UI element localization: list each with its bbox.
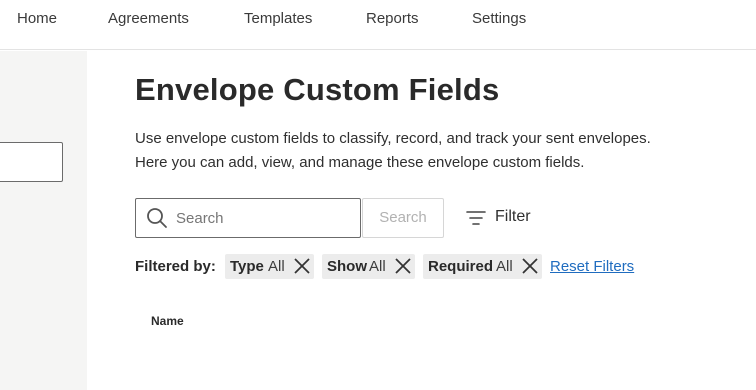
page-description-line-2: Here you can add, view, and manage these…: [135, 154, 585, 171]
search-input[interactable]: [176, 200, 356, 236]
filter-chip-type: Type All: [225, 254, 314, 279]
top-navigation: Home Agreements Templates Reports Settin…: [0, 0, 756, 50]
nav-item-templates[interactable]: Templates: [244, 10, 312, 27]
chip-value: All: [268, 258, 285, 275]
nav-item-home[interactable]: Home: [17, 10, 57, 27]
filter-icon: [465, 208, 487, 228]
chip-key: Required: [428, 258, 494, 275]
nav-item-settings[interactable]: Settings: [472, 10, 526, 27]
filtered-by-label: Filtered by:: [135, 258, 216, 275]
reset-filters-link[interactable]: Reset Filters: [550, 258, 634, 275]
nav-item-reports[interactable]: Reports: [366, 10, 419, 27]
page-description-line-1: Use envelope custom fields to classify, …: [135, 130, 651, 147]
close-icon[interactable]: [391, 254, 415, 279]
chip-value: All: [496, 258, 513, 275]
filter-chip-required: Required All: [423, 254, 542, 279]
chip-key: Type: [230, 258, 264, 275]
filter-chip-show: Show All: [322, 254, 415, 279]
chip-key: Show: [327, 258, 367, 275]
search-button[interactable]: Search: [362, 198, 444, 238]
search-field[interactable]: [135, 198, 361, 238]
page-title: Envelope Custom Fields: [135, 72, 500, 107]
filter-label: Filter: [495, 208, 531, 225]
search-icon: [146, 207, 168, 229]
nav-item-agreements[interactable]: Agreements: [108, 10, 189, 27]
close-icon[interactable]: [290, 254, 314, 279]
column-header-name[interactable]: Name: [151, 314, 184, 328]
sidebar-search-input[interactable]: [0, 142, 63, 182]
chip-value: All: [369, 258, 386, 275]
close-icon[interactable]: [518, 254, 542, 279]
sidebar: [0, 51, 87, 390]
